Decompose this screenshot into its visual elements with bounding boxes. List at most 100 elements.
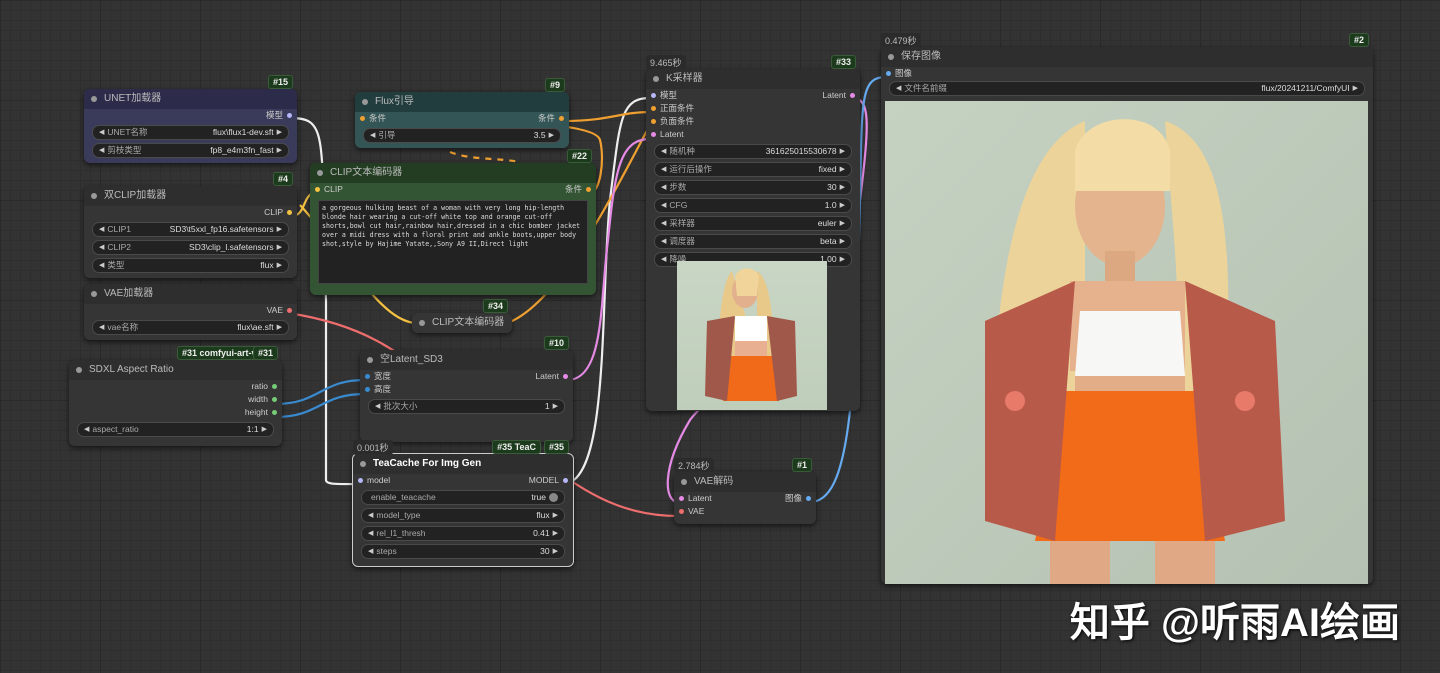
rel-l1-thresh-slider[interactable]: rel_l1_thresh 0.41 [361, 526, 565, 541]
watermark: 知乎 @听雨AI绘画 [1069, 601, 1400, 645]
height-output[interactable]: height [69, 406, 282, 419]
exec-time: 0.001秒 [353, 440, 393, 455]
vae-loader-node[interactable]: VAE加载器 VAE vae名称 flux\ae.sft [84, 284, 297, 340]
node-title[interactable]: UNET加载器 [84, 89, 297, 109]
width-output[interactable]: width [69, 393, 282, 406]
ratio-output[interactable]: ratio [69, 380, 282, 393]
prompt-textarea[interactable]: a gorgeous hulking beast of a woman with… [318, 200, 588, 284]
conditioning-input[interactable]: 条件 [355, 112, 386, 125]
seed-field[interactable]: 随机种 361625015530678 [654, 144, 852, 159]
ksampler-node[interactable]: 9.465秒 #33 K采样器 模型 Latent 正面条件 负面条件 Late… [646, 55, 860, 411]
steps-value: 30 [540, 546, 550, 556]
save-image-node[interactable]: 0.479秒 #2 保存图像 图像 文件名前缀 flux/20241211/Com… [881, 33, 1373, 584]
conditioning-output[interactable]: 条件 [538, 112, 569, 125]
vae-name-select[interactable]: vae名称 flux\ae.sft [92, 320, 289, 335]
control-after-generate-select[interactable]: 运行后操作 fixed [654, 162, 852, 177]
vae-name-value: flux\ae.sft [237, 322, 274, 332]
clip1-select[interactable]: CLIP1 SD3\t5xxl_fp16.safetensors [92, 222, 289, 237]
model-output[interactable]: 模型 [84, 109, 297, 122]
node-title[interactable]: CLIP文本编码器 [310, 163, 596, 183]
clip-input[interactable]: CLIP [310, 183, 343, 196]
latent-output[interactable]: Latent [535, 370, 573, 383]
model-input[interactable]: 模型 [646, 89, 677, 102]
node-title[interactable]: K采样器 [646, 69, 860, 89]
unet-loader-node[interactable]: #15 UNET加载器 模型 UNET名称flux\flux1-dev.sft … [84, 75, 297, 163]
node-id-badge: #22 [566, 149, 592, 163]
vae-decode-node[interactable]: 2.784秒 #1 VAE解码 Latent 图像 VAE [674, 458, 816, 524]
enable-teacache-label: enable_teacache [371, 492, 436, 502]
cfg-value: 1.0 [824, 200, 837, 210]
seed-value: 361625015530678 [765, 146, 837, 156]
node-title[interactable]: 保存图像 [881, 47, 1373, 67]
image-input[interactable]: 图像 [881, 67, 1373, 80]
exec-time: 9.465秒 [646, 55, 686, 70]
filename-prefix-field[interactable]: 文件名前缀 flux/20241211/ComfyUI [889, 81, 1365, 96]
enable-teacache-value: true [531, 492, 546, 502]
model-input[interactable]: model [353, 474, 390, 487]
image-output[interactable]: 图像 [785, 492, 816, 505]
clip2-select[interactable]: CLIP2 SD3\clip_l.safetensors [92, 240, 289, 255]
batch-size-slider[interactable]: 批次大小 1 [368, 399, 565, 414]
node-title[interactable]: VAE加载器 [84, 284, 297, 304]
height-input[interactable]: 高度 [360, 383, 573, 396]
unet-name-select[interactable]: UNET名称 flux\flux1-dev.sft [92, 125, 289, 140]
aspect-ratio-select[interactable]: aspect_ratio 1:1 [77, 422, 274, 437]
guidance-slider[interactable]: 引导 3.5 [363, 128, 561, 143]
aspect-ratio-value: 1:1 [246, 424, 259, 434]
empty-latent-node[interactable]: #10 空Latent_SD3 宽度 Latent 高度 批次大小 1 [360, 336, 573, 442]
guidance-label: 引导 [378, 130, 396, 140]
dual-clip-loader-node[interactable]: #4 双CLIP加载器 CLIP CLIP1 SD3\t5xxl_fp16.saf… [84, 172, 297, 278]
ksampler-io-row: 模型 Latent [646, 89, 860, 102]
node-title[interactable]: TeaCache For Img Gen [353, 454, 573, 474]
latent-input[interactable]: Latent [646, 128, 860, 141]
preview-image [677, 261, 827, 410]
steps-slider[interactable]: steps 30 [361, 544, 565, 559]
negative-input[interactable]: 负面条件 [646, 115, 860, 128]
clip-output[interactable]: CLIP [84, 206, 297, 219]
node-id-text: #35 TeaC [497, 442, 536, 452]
node-id-badge: #4 [272, 172, 293, 186]
positive-input[interactable]: 正面条件 [646, 102, 860, 115]
sdxl-aspect-ratio-node[interactable]: #31 comfyui-art-ve #31 SDXL Aspect Ratio… [69, 346, 282, 446]
model-io-row: model MODEL [353, 474, 573, 487]
node-title[interactable]: Flux引导 [355, 92, 569, 112]
enable-teacache-toggle[interactable]: enable_teacache true [361, 490, 565, 505]
sampler-select[interactable]: 采样器 euler [654, 216, 852, 231]
node-title[interactable]: CLIP文本编码器 [412, 313, 512, 333]
node-title[interactable]: 双CLIP加载器 [84, 186, 297, 206]
clip-text-encode-collapsed-node[interactable]: #34 CLIP文本编码器 [412, 299, 512, 333]
output-image [885, 101, 1368, 584]
guidance-value: 3.5 [533, 130, 546, 140]
model-output[interactable]: MODEL [529, 474, 573, 487]
scheduler-select[interactable]: 调度器 beta [654, 234, 852, 249]
wire-cond4 [449, 150, 521, 164]
clip-io-row: CLIP 条件 [310, 183, 596, 196]
latent-output[interactable]: Latent [822, 89, 860, 102]
vae-output[interactable]: VAE [84, 304, 297, 317]
rel-l1-thresh-label: rel_l1_thresh [376, 528, 426, 538]
model-type-select[interactable]: model_type flux [361, 508, 565, 523]
batch-size-value: 1 [544, 401, 550, 411]
clip-type-select[interactable]: 类型 flux [92, 258, 289, 273]
node-title[interactable]: SDXL Aspect Ratio [69, 360, 282, 380]
node-id-badge-short: #35 [543, 440, 569, 454]
conditioning-output[interactable]: 条件 [565, 183, 596, 196]
width-input[interactable]: 宽度 [360, 370, 391, 383]
wire-width [274, 378, 366, 406]
steps-field[interactable]: 步数 30 [654, 180, 852, 195]
control-value: fixed [818, 164, 837, 174]
clip2-label: CLIP2 [107, 242, 132, 252]
node-title[interactable]: VAE解码 [674, 472, 816, 492]
flux-guidance-node[interactable]: #9 Flux引导 条件 条件 引导 3.5 [355, 78, 569, 148]
weight-dtype-select[interactable]: 剪枝类型 fp8_e4m3fn_fast [92, 143, 289, 158]
clip-text-encode-node[interactable]: #22 CLIP文本编码器 CLIP 条件 a gorgeous hulking… [310, 149, 596, 295]
sampler-value: euler [817, 218, 837, 228]
latent-input[interactable]: Latent [674, 492, 712, 505]
teacache-node[interactable]: 0.001秒 #35 TeaC #35 TeaCache For Img Gen… [352, 440, 574, 567]
clip-type-value: flux [260, 260, 274, 270]
vae-input[interactable]: VAE [674, 505, 816, 518]
cfg-field[interactable]: CFG 1.0 [654, 198, 852, 213]
node-title[interactable]: 空Latent_SD3 [360, 350, 573, 370]
filename-prefix-label: 文件名前缀 [904, 83, 947, 93]
output-image-art [985, 119, 1285, 584]
